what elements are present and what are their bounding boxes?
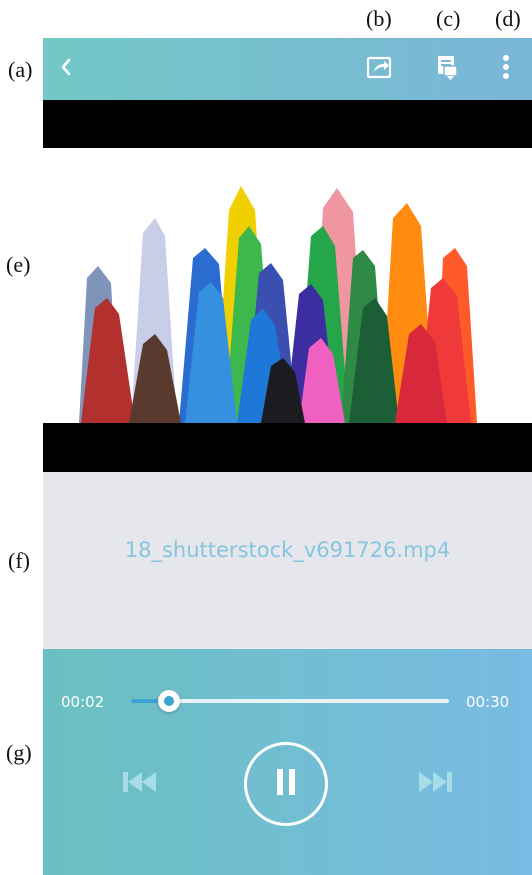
seek-thumb[interactable] — [157, 690, 180, 712]
top-app-bar — [43, 38, 532, 100]
callout-e: (e) — [6, 252, 31, 277]
skip-previous-icon — [121, 769, 159, 800]
video-filename: 18_shutterstock_v691726.mp4 — [124, 538, 451, 562]
video-frame — [43, 148, 532, 423]
skip-next-icon — [416, 769, 454, 800]
elapsed-time: 00:02 — [61, 693, 105, 711]
pause-icon — [275, 768, 297, 801]
callout-d: (d) — [495, 6, 521, 31]
share-arrow-icon — [366, 54, 394, 85]
crayons-image — [43, 148, 532, 423]
callout-b: (b) — [366, 6, 392, 31]
vertical-dots-icon — [502, 54, 510, 85]
callout-f: (f) — [8, 548, 30, 573]
callout-c: (c) — [436, 6, 461, 31]
playback-controls: 00:02 00:30 — [43, 649, 532, 875]
previous-button[interactable] — [115, 759, 165, 809]
back-button[interactable] — [51, 38, 81, 100]
total-time: 00:30 — [466, 693, 510, 711]
seek-bar[interactable] — [131, 690, 449, 712]
callout-g: (g) — [6, 740, 32, 765]
pause-button[interactable] — [244, 742, 328, 826]
cast-button[interactable] — [428, 38, 468, 100]
chevron-left-icon — [60, 58, 72, 81]
share-button[interactable] — [360, 38, 400, 100]
next-button[interactable] — [410, 759, 460, 809]
video-player-screen: 18_shutterstock_v691726.mp4 00:02 00:30 — [43, 38, 532, 875]
screen-cast-icon — [435, 53, 461, 86]
callout-a: (a) — [8, 57, 33, 82]
video-surface[interactable] — [43, 100, 532, 472]
more-options-button[interactable] — [491, 38, 521, 100]
